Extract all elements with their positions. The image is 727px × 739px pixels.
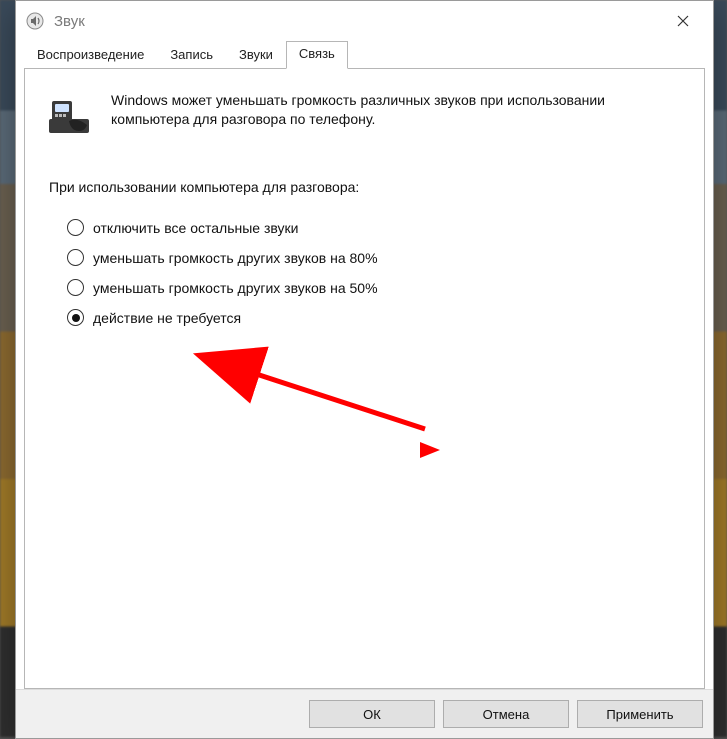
ok-button[interactable]: ОК [309,700,435,728]
tab-communications[interactable]: Связь [286,41,348,69]
radio-icon [67,219,84,236]
tab-sounds[interactable]: Звуки [226,42,286,69]
radio-label: действие не требуется [93,310,241,326]
close-button[interactable] [661,6,705,36]
intro-text: Windows может уменьшать громкость различ… [111,91,684,129]
intro-row: Windows может уменьшать громкость различ… [45,91,684,139]
apply-button[interactable]: Применить [577,700,703,728]
phone-icon [45,91,93,139]
sound-icon [26,12,44,30]
sound-dialog: Звук Воспроизведение Запись Звуки Связь [15,0,714,739]
radio-no-action[interactable]: действие не требуется [67,309,684,326]
radio-mute[interactable]: отключить все остальные звуки [67,219,684,236]
cancel-button[interactable]: Отмена [443,700,569,728]
tab-playback[interactable]: Воспроизведение [24,42,157,69]
radio-group: отключить все остальные звуки уменьшать … [67,219,684,326]
radio-icon [67,309,84,326]
tab-record[interactable]: Запись [157,42,226,69]
radio-label: отключить все остальные звуки [93,220,298,236]
tabstrip: Воспроизведение Запись Звуки Связь [16,41,713,69]
communications-panel: Windows может уменьшать громкость различ… [24,69,705,689]
radio-icon [67,249,84,266]
radio-label: уменьшать громкость других звуков на 80% [93,250,378,266]
radio-reduce-80[interactable]: уменьшать громкость других звуков на 80% [67,249,684,266]
window-title: Звук [54,13,85,30]
radio-reduce-50[interactable]: уменьшать громкость других звуков на 50% [67,279,684,296]
annotation-arrows [25,69,705,669]
radio-icon [67,279,84,296]
radio-label: уменьшать громкость других звуков на 50% [93,280,378,296]
titlebar: Звук [16,1,713,41]
group-label: При использовании компьютера для разгово… [49,179,684,195]
dialog-footer: ОК Отмена Применить [16,689,713,738]
